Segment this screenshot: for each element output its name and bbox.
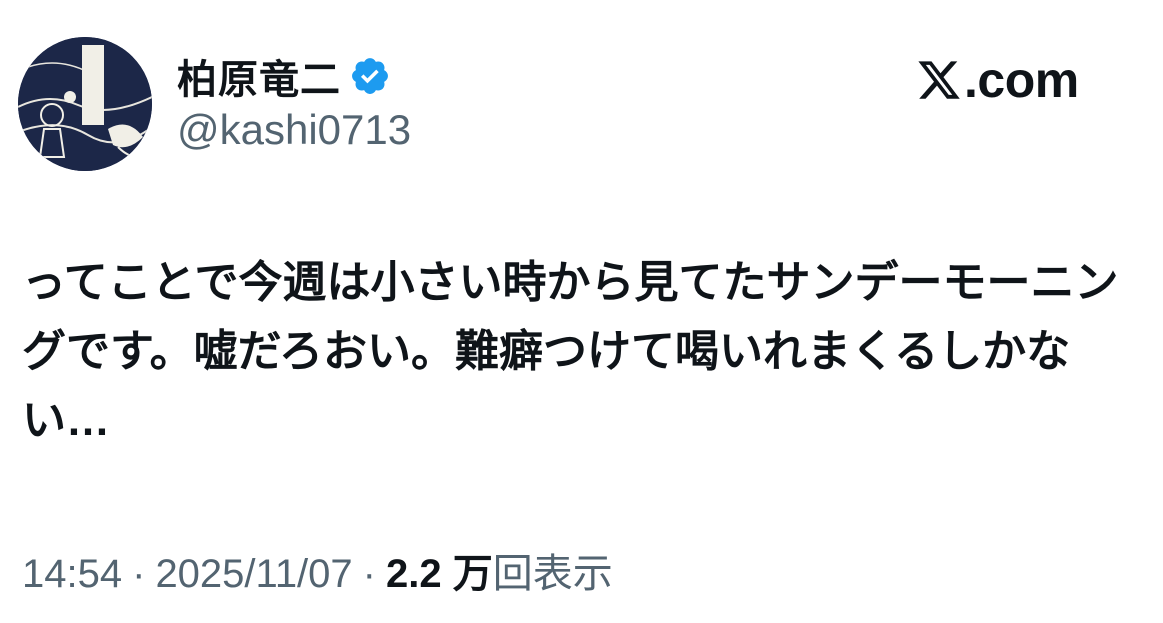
- brand-domain-text: .com: [964, 52, 1079, 108]
- author-display-name[interactable]: 柏原竜二: [177, 47, 341, 105]
- author-handle[interactable]: @kashi0713: [177, 106, 411, 154]
- tweet-time[interactable]: 14:54: [22, 552, 122, 597]
- avatar-illustration: [18, 37, 152, 171]
- tweet-date[interactable]: 2025/11/07: [155, 552, 352, 597]
- tweet-meta: 14:54 · 2025/11/07 · 2.2 万 回表示: [22, 541, 613, 599]
- tweet-text: ってことで今週は小さい時から見てたサンデーモーニングです。嘘だろおい。難癖つけて…: [22, 258, 1119, 445]
- views-count[interactable]: 2.2 万: [386, 541, 493, 599]
- avatar[interactable]: [18, 37, 152, 171]
- views-label: 回表示: [492, 552, 613, 596]
- meta-separator: ·: [362, 552, 376, 596]
- x-logo-icon: [916, 57, 962, 103]
- x-brand[interactable]: .com: [916, 52, 1079, 108]
- verified-badge-icon: [349, 55, 391, 97]
- meta-separator: ·: [132, 552, 146, 596]
- author-name-row[interactable]: 柏原竜二: [177, 50, 391, 102]
